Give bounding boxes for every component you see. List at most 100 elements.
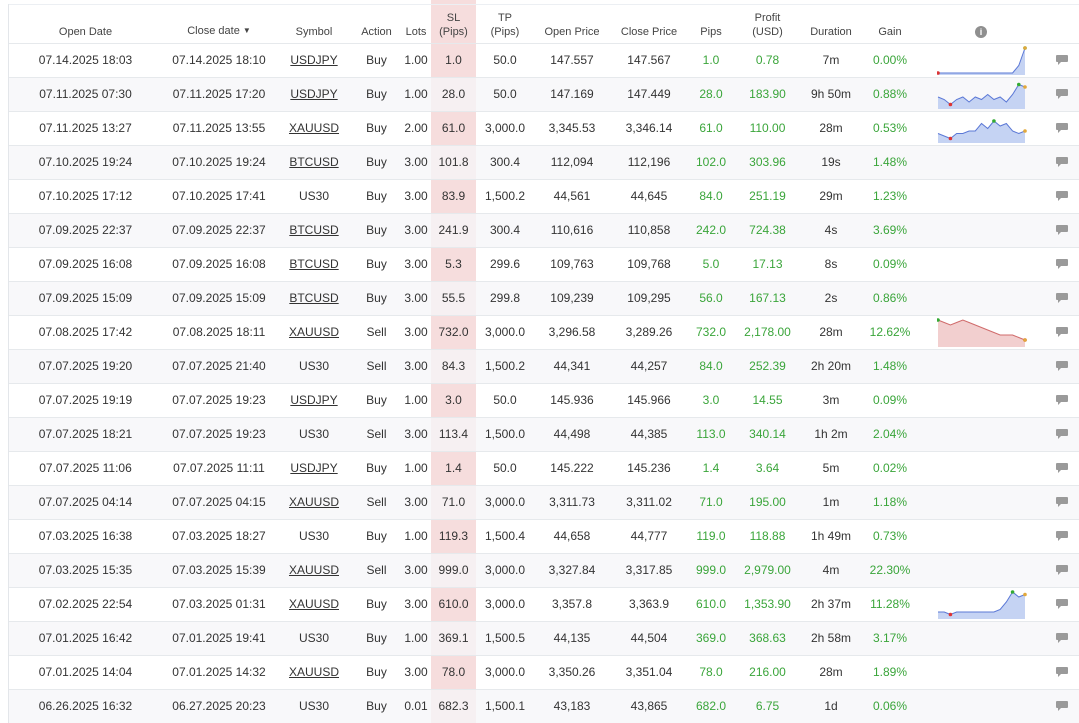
comment-icon[interactable] — [1055, 122, 1069, 134]
open-price-cell: 109,763 — [550, 257, 594, 271]
tp-cell: 1,500.0 — [484, 427, 526, 441]
tp-cell: 1,500.5 — [484, 631, 526, 645]
symbol-link[interactable]: BTCUSD — [289, 291, 338, 305]
close-price-cell: 3,346.14 — [625, 121, 673, 135]
comment-icon[interactable] — [1055, 190, 1069, 202]
header-close-price[interactable]: Close Price — [610, 0, 688, 43]
header-action[interactable]: Action — [352, 0, 401, 43]
header-profit[interactable]: Profit (USD) — [734, 0, 801, 43]
gain-cell: 2.04% — [872, 427, 908, 441]
header-open-date[interactable]: Open Date — [9, 0, 162, 43]
header-gain[interactable]: Gain — [861, 0, 919, 43]
comment-icon[interactable] — [1055, 428, 1069, 440]
close-date-cell: 07.08.2025 18:11 — [172, 325, 266, 339]
table-row[interactable]: 07.07.2025 11:06 07.07.2025 11:11 USDJPY Bu… — [9, 451, 1079, 485]
symbol-link[interactable]: XAUUSD — [289, 597, 339, 611]
table-row[interactable]: 07.01.2025 14:04 07.01.2025 14:32 XAUUSD Bu… — [9, 655, 1079, 689]
action-cell: Sell — [366, 325, 387, 339]
pips-cell: 732.0 — [695, 325, 727, 339]
comment-icon[interactable] — [1055, 292, 1069, 304]
comment-icon[interactable] — [1055, 394, 1069, 406]
sl-cell: 3.0 — [445, 393, 462, 407]
comment-icon[interactable] — [1055, 564, 1069, 576]
action-cell: Buy — [366, 257, 387, 271]
table-row[interactable]: 07.07.2025 04:14 07.07.2025 04:15 XAUUSD Se… — [9, 485, 1079, 519]
symbol-link[interactable]: USDJPY — [290, 87, 337, 101]
close-date-cell: 07.10.2025 19:24 — [172, 155, 266, 169]
table-row[interactable]: 07.14.2025 18:03 07.14.2025 18:10 USDJPY Bu… — [9, 43, 1079, 77]
symbol-link[interactable]: BTCUSD — [289, 155, 338, 169]
table-row[interactable]: 07.07.2025 18:21 07.07.2025 19:23 US30 Sell… — [9, 417, 1079, 451]
gain-cell: 1.18% — [872, 495, 908, 509]
open-price-cell: 44,341 — [553, 359, 591, 373]
sl-cell: 999.0 — [438, 563, 469, 577]
comment-icon[interactable] — [1055, 530, 1069, 542]
duration-cell: 2h 20m — [810, 359, 852, 373]
header-lots[interactable]: Lots — [401, 0, 431, 43]
comment-icon[interactable] — [1055, 496, 1069, 508]
profit-cell: 216.00 — [749, 665, 786, 679]
comment-icon[interactable] — [1055, 462, 1069, 474]
symbol-link[interactable]: USDJPY — [290, 461, 337, 475]
table-row[interactable]: 07.10.2025 17:12 07.10.2025 17:41 US30 Buy 3… — [9, 179, 1079, 213]
comment-icon[interactable] — [1055, 632, 1069, 644]
action-cell: Buy — [366, 155, 387, 169]
symbol-link[interactable]: XAUUSD — [289, 495, 339, 509]
sl-cell: 61.0 — [441, 121, 466, 135]
table-row[interactable]: 07.09.2025 15:09 07.09.2025 15:09 BTCUSD Bu… — [9, 281, 1079, 315]
comment-icon[interactable] — [1055, 156, 1069, 168]
symbol-link[interactable]: XAUUSD — [289, 563, 339, 577]
header-tp[interactable]: TP (Pips) — [476, 0, 534, 43]
comment-icon[interactable] — [1055, 700, 1069, 712]
header-sl[interactable]: SL (Pips) — [431, 0, 476, 43]
comment-icon[interactable] — [1055, 326, 1069, 338]
header-symbol[interactable]: Symbol — [276, 0, 352, 43]
table-row[interactable]: 07.07.2025 19:19 07.07.2025 19:23 USDJPY Bu… — [9, 383, 1079, 417]
table-row[interactable]: 07.11.2025 07:30 07.11.2025 17:20 USDJPY Bu… — [9, 77, 1079, 111]
lots-cell: 3.00 — [404, 257, 428, 271]
table-row[interactable]: 07.09.2025 22:37 07.09.2025 22:37 BTCUSD Bu… — [9, 213, 1079, 247]
header-open-date-label: Open Date — [58, 26, 113, 38]
symbol-link[interactable]: USDJPY — [290, 393, 337, 407]
comment-icon[interactable] — [1055, 598, 1069, 610]
symbol-link[interactable]: BTCUSD — [289, 223, 338, 237]
comment-icon[interactable] — [1055, 88, 1069, 100]
table-row[interactable]: 07.03.2025 16:38 07.03.2025 18:27 US30 Buy 1… — [9, 519, 1079, 553]
profit-cell: 167.13 — [749, 291, 786, 305]
sparkline-last-dot — [1023, 592, 1027, 597]
header-close-date[interactable]: Close date ▼ — [162, 0, 276, 43]
comment-icon[interactable] — [1055, 258, 1069, 270]
table-row[interactable]: 07.10.2025 19:24 07.10.2025 19:24 BTCUSD Bu… — [9, 145, 1079, 179]
table-row[interactable]: 07.07.2025 19:20 07.07.2025 21:40 US30 Sell… — [9, 349, 1079, 383]
symbol-link[interactable]: XAUUSD — [289, 121, 339, 135]
table-row[interactable]: 07.02.2025 22:54 07.03.2025 01:31 XAUUSD Bu… — [9, 587, 1079, 621]
open-price-cell: 109,239 — [550, 291, 594, 305]
comment-icon[interactable] — [1055, 666, 1069, 678]
symbol-link[interactable]: XAUUSD — [289, 665, 339, 679]
table-row[interactable]: 06.26.2025 16:32 06.27.2025 20:23 US30 Buy 0… — [9, 689, 1079, 723]
info-icon[interactable]: i — [975, 26, 987, 38]
symbol-link[interactable]: USDJPY — [290, 53, 337, 67]
trade-sparkline — [937, 119, 1027, 143]
duration-cell: 28m — [819, 325, 843, 339]
table-row[interactable]: 07.03.2025 15:35 07.03.2025 15:39 XAUUSD Se… — [9, 553, 1079, 587]
header-pips[interactable]: Pips — [688, 0, 734, 43]
table-row[interactable]: 07.11.2025 13:27 07.11.2025 13:55 XAUUSD Bu… — [9, 111, 1079, 145]
open-price-cell: 3,357.8 — [551, 597, 593, 611]
table-row[interactable]: 07.01.2025 16:42 07.01.2025 19:41 US30 Buy 1… — [9, 621, 1079, 655]
comment-icon[interactable] — [1055, 224, 1069, 236]
symbol-link[interactable]: XAUUSD — [289, 325, 339, 339]
comment-icon[interactable] — [1055, 360, 1069, 372]
sl-cell: 369.1 — [438, 631, 469, 645]
comment-icon[interactable] — [1055, 54, 1069, 66]
header-duration[interactable]: Duration — [801, 0, 861, 43]
table-row[interactable]: 07.08.2025 17:42 07.08.2025 18:11 XAUUSD Se… — [9, 315, 1079, 349]
header-open-price[interactable]: Open Price — [534, 0, 610, 43]
table-row[interactable]: 07.09.2025 16:08 07.09.2025 16:08 BTCUSD Bu… — [9, 247, 1079, 281]
action-cell: Buy — [366, 53, 387, 67]
symbol-link[interactable]: BTCUSD — [289, 257, 338, 271]
lots-cell: 3.00 — [404, 325, 428, 339]
duration-cell: 8s — [824, 257, 838, 271]
tp-cell: 3,000.0 — [484, 325, 526, 339]
close-price-cell: 145.966 — [627, 393, 671, 407]
